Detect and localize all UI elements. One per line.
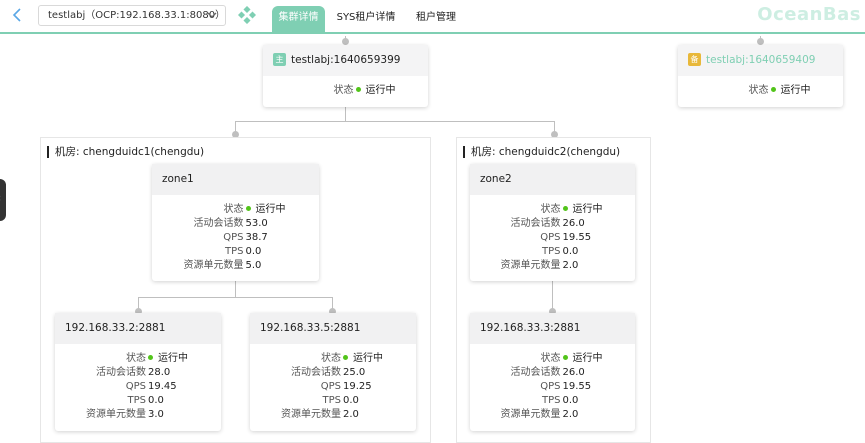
status-value: 运行中 (355, 84, 396, 98)
zone-metrics: 状态 运行中 活动会话数 53.0 QPS 38.7 TPS 0.0 资源单元数量 5.0 (183, 204, 286, 271)
zone-metrics: 状态 运行中 活动会话数 26.0 QPS 19.55 TPS 0.0 资源单元数量 2.… (500, 204, 603, 271)
connector-line (235, 281, 236, 297)
standby-cluster-header: 备 testlabj:1640659409 (678, 45, 843, 76)
oceanbase-logo: OceanBas (757, 4, 861, 25)
topology-icon[interactable] (237, 5, 257, 25)
connector-line (235, 121, 555, 122)
connector-line (138, 297, 333, 298)
chevron-left-icon: ‹ (0, 193, 1, 204)
connector-node (757, 38, 764, 45)
standby-cluster-name[interactable]: testlabj:1640659409 (706, 54, 815, 66)
status-value: 运行中 (770, 84, 811, 98)
room-title: 机房: chengduidc1(chengdu) (47, 146, 204, 158)
cluster-select[interactable]: testlabj（OCP:192.168.33.1:8080） (38, 5, 226, 26)
back-arrow-icon[interactable] (10, 6, 28, 26)
status-label: 状态 (748, 85, 769, 96)
status-dot-icon (245, 205, 251, 211)
side-collapse-handle[interactable]: ‹ (0, 179, 6, 221)
zone-name: zone1 (152, 164, 319, 195)
status-dot-icon (355, 86, 361, 92)
standby-cluster-card[interactable]: 备 testlabj:1640659409 状态 运行中 (678, 45, 843, 107)
tab-cluster-detail[interactable]: 集群详情 (272, 6, 325, 32)
connector-node (342, 38, 349, 45)
status-row: 状态 运行中 (678, 84, 843, 98)
status-dot-icon (562, 205, 568, 211)
cluster-select-value: testlabj（OCP:192.168.33.1:8080） (48, 10, 226, 21)
primary-cluster-card[interactable]: 主 testlabj:1640659399 状态 运行中 (263, 45, 428, 107)
server-card[interactable]: 192.168.33.2:2881 状态 运行中 活动会话数 28.0 QPS 19.… (55, 313, 221, 431)
connector-line (552, 281, 553, 311)
server-name: 192.168.33.3:2881 (470, 313, 635, 344)
server-metrics: 状态 运行中 活动会话数 26.0 QPS 19.55 TPS 0.0 资源单元数量 2.… (500, 353, 603, 420)
server-metrics: 状态 运行中 活动会话数 25.0 QPS 19.25 TPS 0.0 资源单元数量 2.… (281, 353, 383, 420)
tab-tenant-management[interactable]: 租户管理 (409, 6, 463, 32)
connector-line (345, 107, 346, 121)
status-dot-icon (770, 86, 776, 92)
server-name: 192.168.33.5:2881 (250, 313, 416, 344)
tab-sys-tenant-detail[interactable]: SYS租户详情 (333, 6, 399, 32)
primary-cluster-name: testlabj:1640659399 (291, 54, 401, 66)
status-label: 状态 (333, 85, 354, 96)
status-row: 状态 运行中 (263, 84, 428, 98)
server-card[interactable]: 192.168.33.5:2881 状态 运行中 活动会话数 25.0 QPS 19.… (250, 313, 416, 431)
standby-tag: 备 (688, 52, 701, 66)
server-card[interactable]: 192.168.33.3:2881 状态 运行中 活动会话数 26.0 QPS 19.… (470, 313, 635, 431)
primary-tag: 主 (273, 52, 286, 66)
server-metrics: 状态 运行中 活动会话数 28.0 QPS 19.45 TPS 0.0 资源单元数量 3.… (86, 353, 188, 420)
room-title: 机房: chengduidc2(chengdu) (463, 146, 620, 158)
status-dot-icon (343, 354, 348, 360)
status-dot-icon (148, 354, 153, 360)
primary-cluster-header: 主 testlabj:1640659399 (263, 45, 428, 76)
zone-card[interactable]: zone2 状态 运行中 活动会话数 26.0 QPS 19.55 TPS 0.0 资源… (470, 164, 635, 281)
zone-card[interactable]: zone1 状态 运行中 活动会话数 53.0 QPS 38.7 TPS 0.0 资源单… (152, 164, 319, 281)
zone-name: zone2 (470, 164, 635, 195)
chevron-down-icon (207, 6, 217, 31)
top-bar: testlabj（OCP:192.168.33.1:8080） 集群详情 SYS… (0, 0, 865, 34)
server-name: 192.168.33.2:2881 (55, 313, 221, 344)
status-dot-icon (562, 354, 568, 360)
